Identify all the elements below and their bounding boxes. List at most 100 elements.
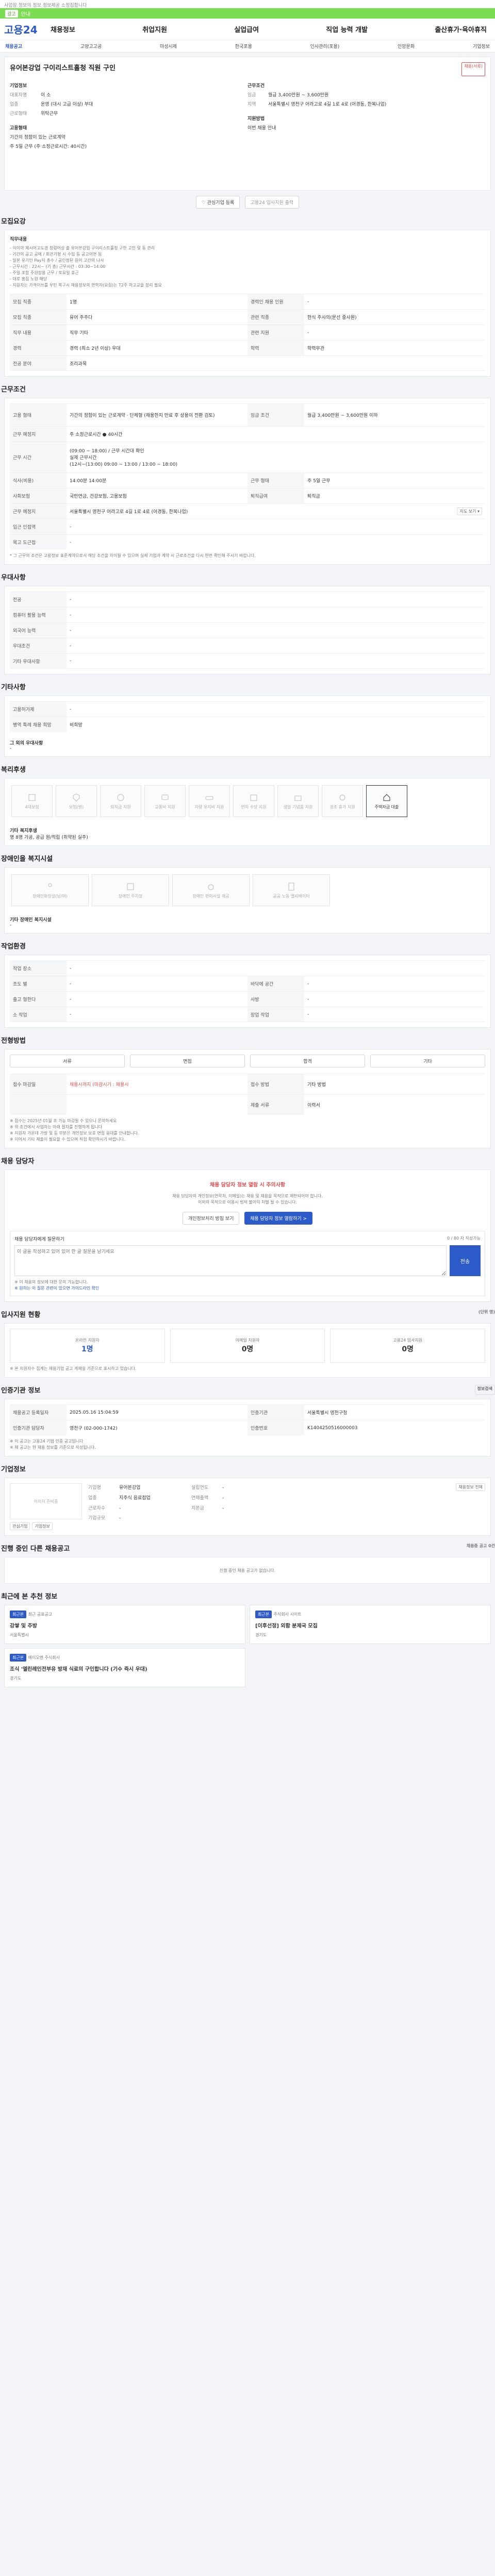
nav-item[interactable]: 채용정보: [51, 24, 75, 34]
region-label: 지역: [248, 102, 256, 107]
subnav-item[interactable]: 한국포용: [235, 43, 252, 49]
field-key: 전공 분야: [10, 356, 67, 370]
field-key: 경력: [10, 341, 67, 355]
qa-label: 채용 담당자에게 질문하기: [14, 1237, 64, 1242]
qa-send-button[interactable]: 전송: [450, 1245, 481, 1276]
subnav-item[interactable]: 마성시제: [160, 43, 177, 49]
field-key: 컴퓨터 활용 능력: [10, 607, 67, 622]
banner[interactable]: 광고 안내: [0, 8, 495, 19]
salary-label: 임금: [248, 93, 256, 98]
field-value: 2025.05.16 15:04:59: [70, 1410, 119, 1415]
insurance-icon: [28, 794, 36, 801]
tile-label: 공공 노동 엘리베이터: [273, 893, 310, 899]
field-value: 한식 주사의(문선 중사원): [307, 315, 357, 320]
other-more[interactable]: 채용중 공고 0건: [467, 1543, 495, 1553]
tile-label: 4대보험: [25, 804, 39, 809]
field-value: -: [70, 1012, 72, 1017]
privacy-button[interactable]: 개인정보처리 방침 보기: [182, 1212, 240, 1225]
subnav-item[interactable]: 기업정보: [473, 43, 490, 49]
interest-label: 관심기업 등록: [207, 200, 235, 206]
cond-note: * 그 근무의 조건은 고용정보 표준계약으로서 해당 조건을 차이될 수 있으…: [10, 553, 256, 558]
recent-org: 에이오멘 주식회사: [28, 1655, 60, 1660]
nav-item[interactable]: 취업지원: [142, 24, 167, 34]
reg-note: ※ 이 공고는 고용24 기업 인증 공고입니다: [10, 1439, 84, 1444]
nav-item[interactable]: 실업급여: [234, 24, 259, 34]
welfare-tile-active: 주택자금 대출: [366, 785, 407, 817]
facility-tile: 장애인 편의시설 재공: [172, 874, 250, 906]
field-value: -: [307, 1012, 309, 1017]
stat-value: 0명: [241, 1345, 254, 1353]
field-value: 기간의 정함이 있는 근로계약 · 단체형 (채용한지 만료 후 상용이 전환 …: [70, 413, 215, 418]
view-contact-button[interactable]: 채용 담당자 정보 열람하기 >: [244, 1212, 313, 1225]
welfare-note: 명 8명 가공, 공급 원/적립 (취약된 실주): [10, 835, 88, 840]
apply-value: 이번 채용 안내: [248, 126, 276, 131]
field-value: -: [70, 965, 72, 971]
reg-table: 채용공고 등록일자 2025.05.16 15:04:59 인증기관 서울특별시 영천…: [4, 1399, 491, 1456]
field-key: 고용 형태: [10, 404, 67, 426]
field-value: 14:00분 14:00분: [70, 479, 107, 484]
field-value: 영천구 (02-000-1742): [70, 1426, 118, 1431]
elevator-icon: [288, 883, 294, 890]
calendar-icon: [250, 794, 257, 801]
field-key: 근무 예정지: [10, 504, 67, 519]
company-interest-button[interactable]: 관심기업: [10, 1522, 30, 1530]
welfare-box: 4대보험 보험(법) 퇴직금 지원 교통비 지원 차량 유지비 지원 연차 수당…: [4, 778, 491, 846]
subnav-item[interactable]: 인앙문화: [398, 43, 415, 49]
recent-card[interactable]: 최근본 최근 공표공고 강쌓 및 주방 서울특별시: [4, 1605, 245, 1644]
skills-block: 그 외의 우대사항 -: [10, 739, 485, 751]
welfare-tile: 연차 수당 지원: [233, 785, 274, 817]
header: 고용24 채용정보 취업지원 실업급여 직업 능력 개발 출산휴가·육아휴직: [0, 19, 495, 40]
map-button[interactable]: 지도 보기 ▾: [457, 507, 482, 515]
parking-icon: [127, 883, 134, 890]
field-value: 월급 3,400만원 ~ 3,600만원 이하: [307, 413, 378, 418]
bus-icon: [161, 794, 169, 800]
area-label: 근로형태: [10, 111, 27, 116]
field-value: 유어본강업: [119, 1485, 141, 1490]
banner-badge: 광고: [5, 9, 18, 18]
reg-button[interactable]: 정보검색: [474, 1385, 495, 1395]
subnav-item[interactable]: 고양고고공: [80, 43, 102, 49]
recent-card[interactable]: 최근본 에이오멘 주식회사 조식 '엘린레인전부유 방재 식료의 구인합니다 (기…: [4, 1648, 245, 1687]
print-button[interactable]: 고용24 입사지원 출력: [244, 196, 300, 209]
subnav-item[interactable]: 채용공고: [5, 43, 22, 49]
field-value: 경력 (최소 2년 이상) 우대: [70, 346, 121, 351]
qa-input[interactable]: [14, 1245, 447, 1276]
nav-item[interactable]: 직업 능력 개발: [326, 24, 368, 34]
company-info-button[interactable]: 기업정보: [32, 1522, 53, 1530]
qa-note: ※ 이 채용의 정보에 대한 문의 가능합니다.: [14, 1280, 88, 1284]
cond-table: 고용 형태 기간의 정함이 있는 근로계약 · 단체형 (채용한지 만료 후 상용…: [4, 398, 491, 565]
recent-tag: 최근본: [10, 1654, 27, 1662]
tile-label: 경조 휴가 지원: [329, 804, 355, 809]
field-key: 인증번호: [248, 1420, 304, 1435]
subnav-item[interactable]: 인사관리(포용): [310, 43, 340, 49]
welfare-tile: 보험(법): [56, 785, 97, 817]
other-heading: 진행 중인 다른 채용공고: [1, 1545, 70, 1553]
welfare-heading: 복리후생: [1, 766, 26, 774]
facility-note-block: 기타 장애인 복지시설 -: [10, 916, 485, 928]
logo[interactable]: 고용24: [4, 22, 51, 37]
company-detail-button[interactable]: 채용정보 전체: [456, 1483, 485, 1491]
qa-header: 채용 담당자에게 질문하기 0 / 80 자 작성가능: [14, 1235, 481, 1242]
car-icon: [205, 796, 213, 800]
banner-text: 안내: [21, 11, 30, 18]
pref-heading: 우대사항: [1, 574, 26, 582]
field-key: 근무 형태: [248, 473, 304, 488]
env-table: 작업 장소 - 조도 별 - 바닥에 공간 - 출고 형한다 - 사방 - 소 작업 - 장업 작…: [4, 955, 491, 1028]
recent-pay: 서울특별시: [10, 1633, 29, 1637]
company-label: 기업정보: [10, 83, 27, 89]
area-value: 위탁근무: [41, 111, 58, 116]
detail-line: - 근무시간 : 22시~ (기 총) 근무시간 : 03:30~14:00: [10, 264, 106, 269]
tile-label: 교통비 지원: [155, 804, 175, 809]
interest-button[interactable]: ♡ 관심기업 등록: [195, 196, 240, 209]
qa-link[interactable]: ※ 원하는 이 질문 관련이 있으면 가이드라인 확인: [14, 1285, 481, 1292]
field-value: (09:00 ~ 18:00) / 근무 시간대 확인 실제 근무시간 (12시…: [70, 449, 178, 467]
stats-header: 입사지원 현황 (단위 명): [0, 1309, 495, 1319]
nav-item[interactable]: 출산휴가·육아휴직: [435, 24, 487, 34]
apply-label: 지원방법: [248, 116, 265, 122]
action-bar: ♡ 관심기업 등록 고용24 입사지원 출력: [0, 196, 495, 209]
tile-label: 장애인 주차장: [118, 893, 143, 899]
recent-card[interactable]: 최근본 주식회사 사이트 [이후선정] 외함 분제국 모집 경기도: [250, 1605, 491, 1644]
step-item: 합격: [250, 1055, 365, 1067]
other-box: 진행 중인 채용 공고가 없습니다.: [4, 1557, 491, 1584]
facility-heading: 장애인을 복지시설: [1, 855, 53, 863]
